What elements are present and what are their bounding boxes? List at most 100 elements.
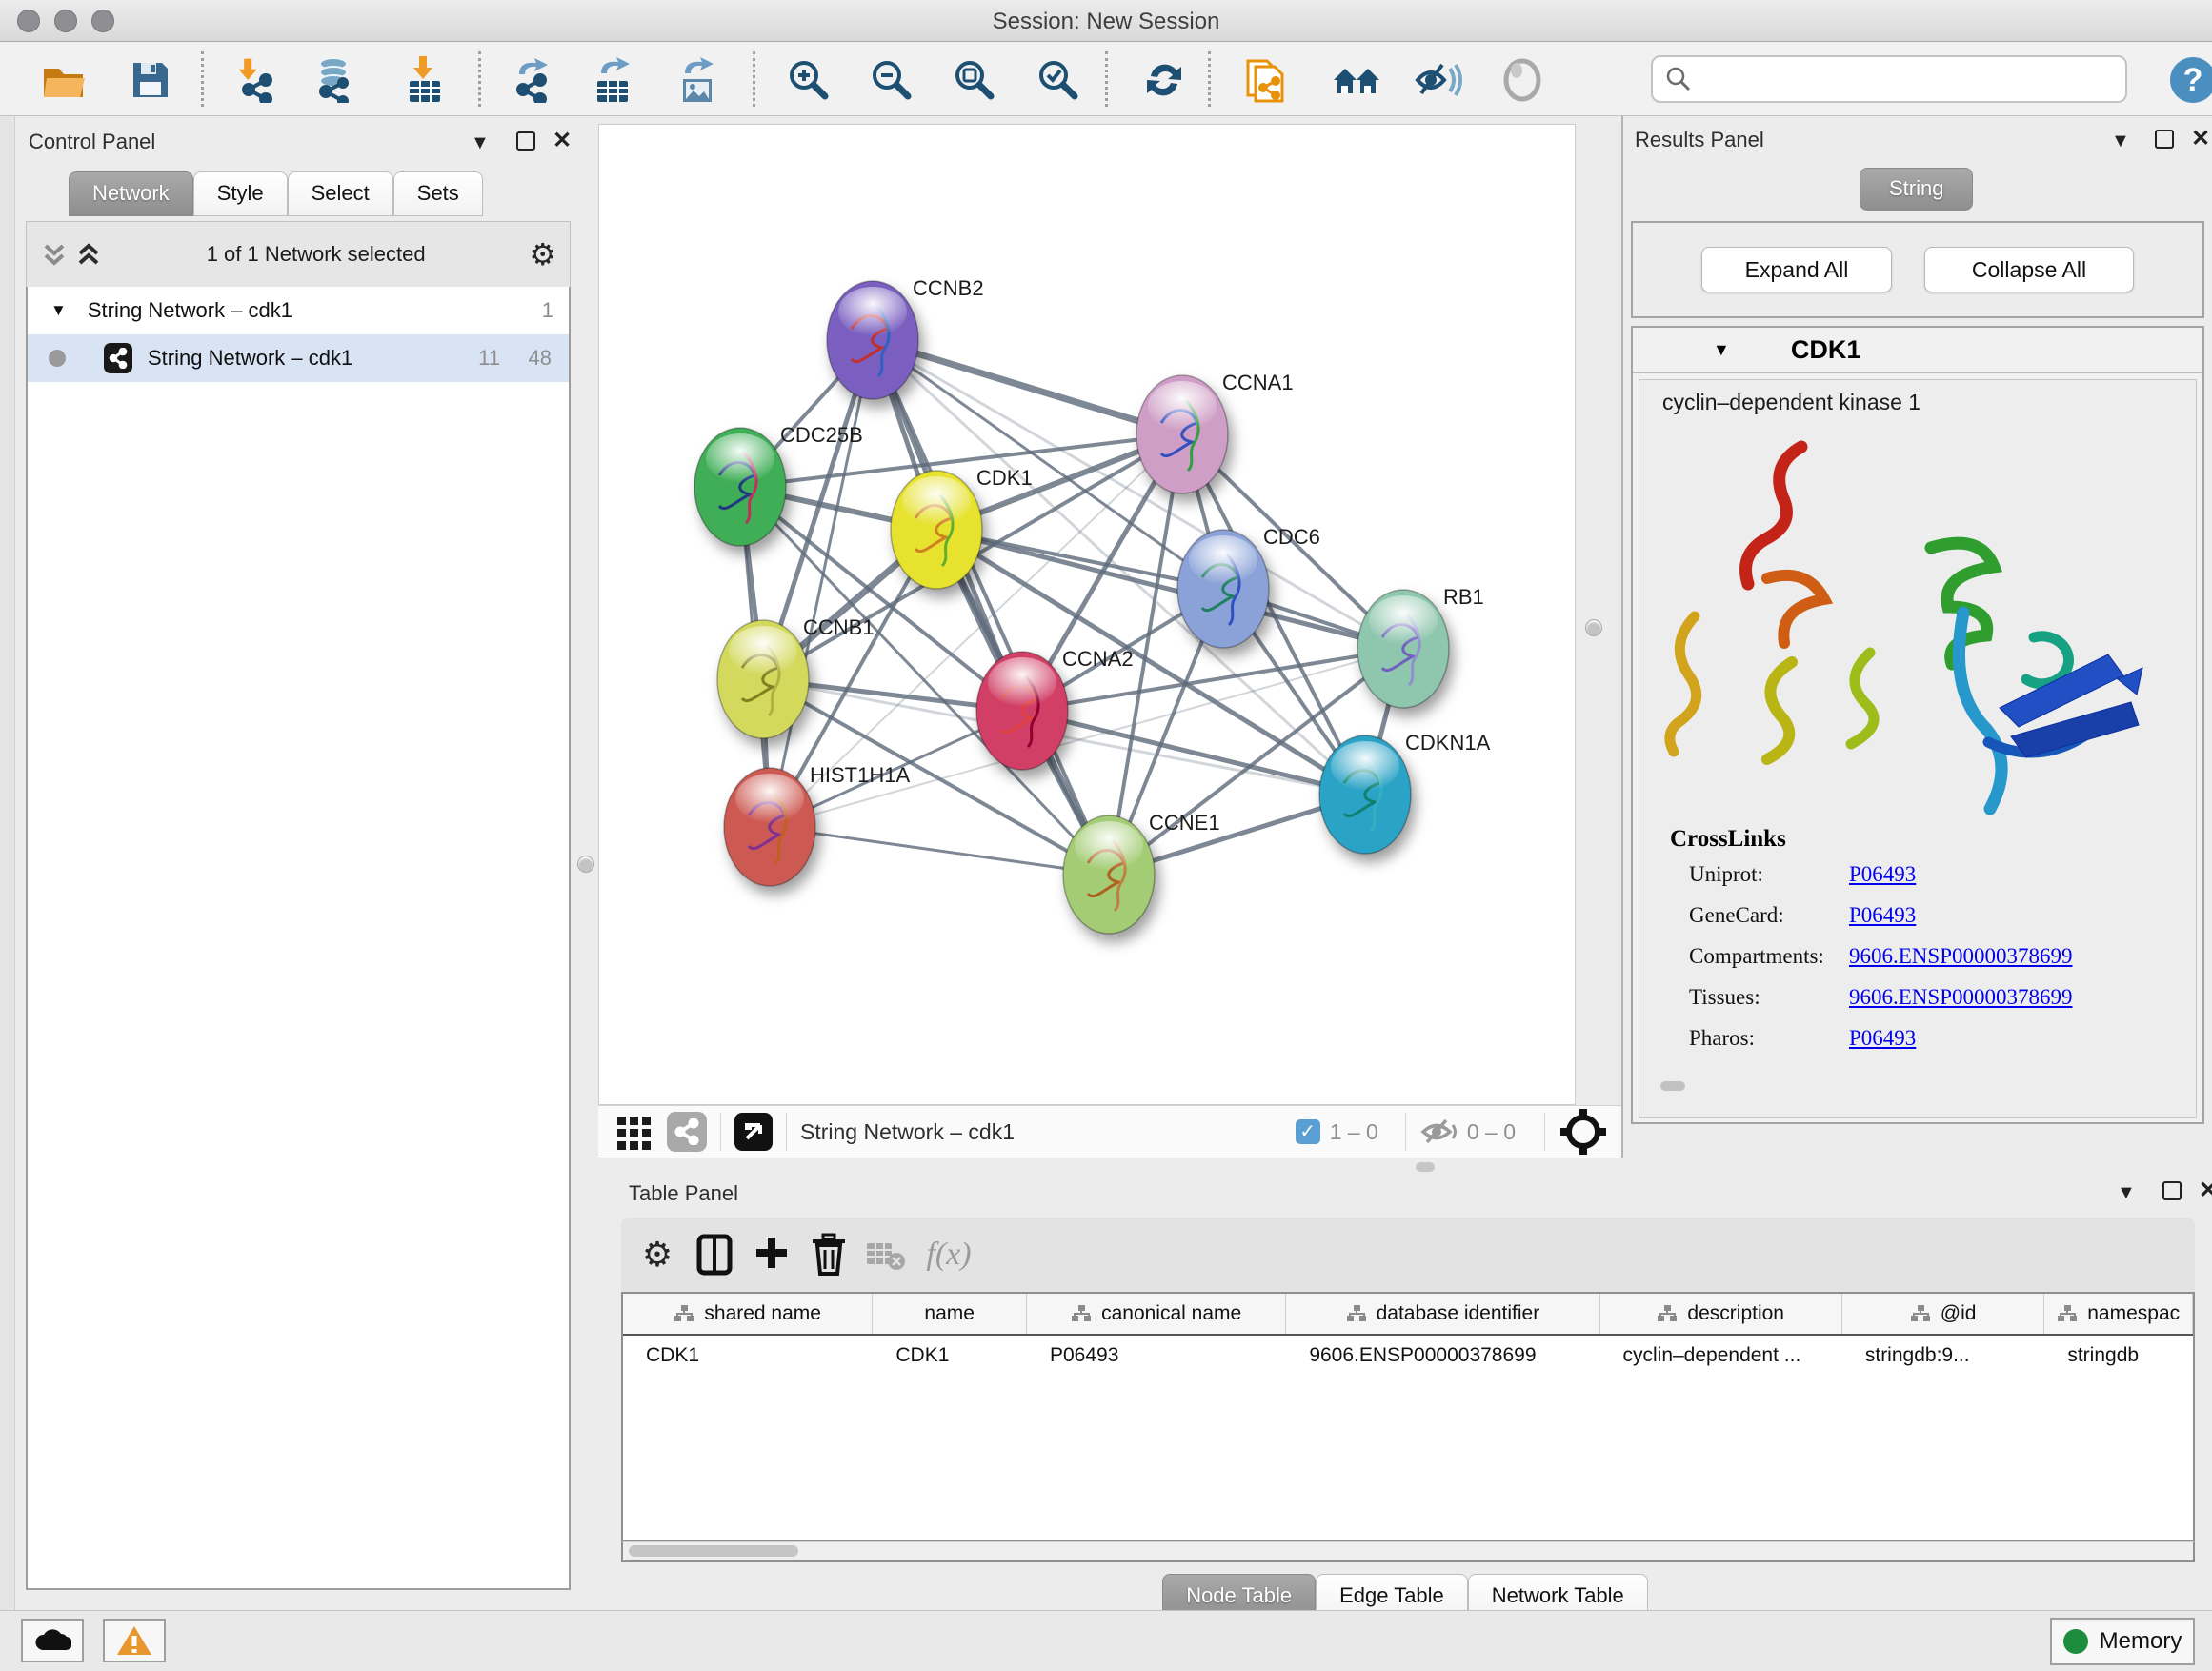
birdseye-navigator-icon[interactable]	[1558, 1107, 1608, 1157]
network-node-cdc6[interactable]	[1177, 530, 1269, 648]
column-header-canonical-name[interactable]: canonical name	[1027, 1294, 1286, 1334]
string-view-icon[interactable]	[667, 1112, 707, 1152]
home-icon[interactable]	[1332, 55, 1381, 105]
detach-view-icon[interactable]	[734, 1113, 773, 1151]
expand-all-button[interactable]: Expand All	[1701, 247, 1892, 292]
protein-expand-icon[interactable]: ▼	[1713, 340, 1730, 360]
import-database-icon[interactable]	[311, 55, 360, 105]
selected-checkbox-icon[interactable]: ✓	[1296, 1119, 1320, 1144]
column-header-namespac[interactable]: namespac	[2044, 1294, 2193, 1334]
delete-column-icon[interactable]	[800, 1233, 857, 1277]
network-edge[interactable]	[936, 530, 1403, 649]
left-divider-handle[interactable]	[577, 856, 594, 873]
export-image-icon[interactable]	[673, 55, 722, 105]
horizontal-divider[interactable]	[598, 1158, 2212, 1174]
grid-view-icon[interactable]	[613, 1111, 655, 1153]
network-node-cdc25b[interactable]	[694, 428, 786, 546]
control-panel-close-icon[interactable]: ✕	[553, 131, 572, 151]
network-node-ccna1[interactable]	[1136, 375, 1228, 493]
table-hscrollbar[interactable]	[621, 1541, 2195, 1562]
table-panel-close-icon[interactable]: ✕	[2199, 1181, 2212, 1200]
memory-button[interactable]: Memory	[2050, 1618, 2195, 1665]
collapse-all-networks-icon[interactable]	[40, 238, 69, 271]
column-header-shared-name[interactable]: shared name	[623, 1294, 873, 1334]
results-panel-close-icon[interactable]: ✕	[2191, 130, 2210, 149]
help-icon[interactable]: ?	[2168, 55, 2212, 105]
zoom-fit-icon[interactable]	[949, 55, 998, 105]
column-header--id[interactable]: @id	[1842, 1294, 2044, 1334]
table-row[interactable]: CDK1CDK1P064939606.ENSP00000378699cyclin…	[623, 1336, 2193, 1378]
refresh-icon[interactable]	[1139, 55, 1189, 105]
tab-sets[interactable]: Sets	[393, 171, 483, 216]
network-node-hist1h1a[interactable]	[724, 768, 815, 886]
table-options-gear-icon[interactable]: ⚙	[629, 1236, 686, 1275]
table-cell[interactable]: stringdb	[2044, 1336, 2193, 1378]
table-panel-maximize-icon[interactable]	[2162, 1181, 2182, 1200]
network-row[interactable]: String Network – cdk1 11 48	[28, 334, 569, 382]
crosslink-link[interactable]: P06493	[1849, 1026, 1916, 1051]
crosslink-link[interactable]: 9606.ENSP00000378699	[1849, 944, 2073, 969]
table-cell[interactable]: cyclin–dependent ...	[1599, 1336, 1841, 1378]
results-panel-float-icon[interactable]: ▼	[2111, 131, 2130, 151]
column-header-name[interactable]: name	[873, 1294, 1027, 1334]
crosslink-link[interactable]: P06493	[1849, 903, 1916, 928]
crosslink-link[interactable]: P06493	[1849, 862, 1916, 887]
right-divider-handle[interactable]	[1585, 619, 1602, 636]
save-session-icon[interactable]	[126, 55, 175, 105]
network-edge[interactable]	[873, 340, 1109, 875]
network-node-ccne1[interactable]	[1063, 815, 1155, 934]
results-panel-maximize-icon[interactable]	[2155, 130, 2174, 149]
hide-unhide-icon[interactable]	[1414, 55, 1463, 105]
table-cell[interactable]: 9606.ENSP00000378699	[1286, 1336, 1599, 1378]
network-snapshot-icon[interactable]	[1242, 55, 1292, 105]
cloud-status-button[interactable]	[21, 1619, 84, 1662]
table-hscrollbar-thumb[interactable]	[629, 1545, 798, 1557]
crosslink-link[interactable]: 9606.ENSP00000378699	[1849, 985, 2073, 1010]
network-collection-row[interactable]: ▼ String Network – cdk1 1	[28, 287, 569, 334]
import-network-icon[interactable]	[234, 55, 284, 105]
horizontal-divider-handle[interactable]	[1416, 1162, 1435, 1172]
network-edge[interactable]	[873, 340, 1182, 434]
network-node-cdk1[interactable]	[891, 471, 982, 589]
export-network-icon[interactable]	[509, 55, 558, 105]
import-table-icon[interactable]	[400, 55, 450, 105]
zoom-selected-icon[interactable]	[1033, 55, 1082, 105]
tab-network[interactable]: Network	[69, 171, 193, 216]
network-edge[interactable]	[770, 340, 873, 827]
open-session-icon[interactable]	[40, 55, 90, 105]
column-header-description[interactable]: description	[1600, 1294, 1842, 1334]
tab-select[interactable]: Select	[288, 171, 393, 216]
search-input[interactable]	[1693, 67, 2102, 91]
protein-card-header[interactable]: ▼ CDK1	[1633, 328, 2202, 373]
network-node-ccnb2[interactable]	[827, 281, 918, 399]
tab-string[interactable]: String	[1860, 168, 1973, 211]
network-node-ccnb1[interactable]	[717, 620, 809, 738]
table-panel-float-icon[interactable]: ▼	[2117, 1183, 2136, 1202]
network-options-gear-icon[interactable]: ⚙	[529, 236, 556, 272]
right-panel-divider[interactable]	[1576, 116, 1621, 1158]
network-node-ccna2[interactable]	[976, 652, 1068, 770]
network-node-rb1[interactable]	[1357, 590, 1449, 708]
warning-status-button[interactable]	[103, 1619, 166, 1662]
create-column-icon[interactable]	[743, 1234, 800, 1276]
control-panel-float-icon[interactable]: ▼	[471, 133, 490, 152]
string-network-graph[interactable]: CCNB2CCNA1CDC25BCDK1CDC6RB1CCNB1CCNA2CDK…	[599, 125, 1575, 1104]
network-view-canvas[interactable]: CCNB2CCNA1CDC25BCDK1CDC6RB1CCNB1CCNA2CDK…	[598, 124, 1576, 1105]
tab-style[interactable]: Style	[193, 171, 288, 216]
network-edge[interactable]	[770, 827, 1109, 875]
control-panel-maximize-icon[interactable]	[516, 131, 535, 151]
zoom-in-icon[interactable]	[783, 55, 833, 105]
left-panel-divider[interactable]	[573, 116, 598, 1610]
network-node-cdkn1a[interactable]	[1319, 735, 1411, 854]
zoom-out-icon[interactable]	[866, 55, 915, 105]
show-columns-icon[interactable]	[686, 1233, 743, 1277]
collapse-all-button[interactable]: Collapse All	[1924, 247, 2134, 292]
expand-all-networks-icon[interactable]	[74, 238, 103, 271]
table-cell[interactable]: CDK1	[623, 1336, 873, 1378]
table-cell[interactable]: P06493	[1027, 1336, 1286, 1378]
export-table-icon[interactable]	[589, 55, 638, 105]
results-scrollbar-thumb[interactable]	[1660, 1081, 1685, 1091]
table-cell[interactable]: CDK1	[873, 1336, 1027, 1378]
collection-expand-icon[interactable]: ▼	[50, 301, 67, 320]
column-header-database-identifier[interactable]: database identifier	[1286, 1294, 1599, 1334]
